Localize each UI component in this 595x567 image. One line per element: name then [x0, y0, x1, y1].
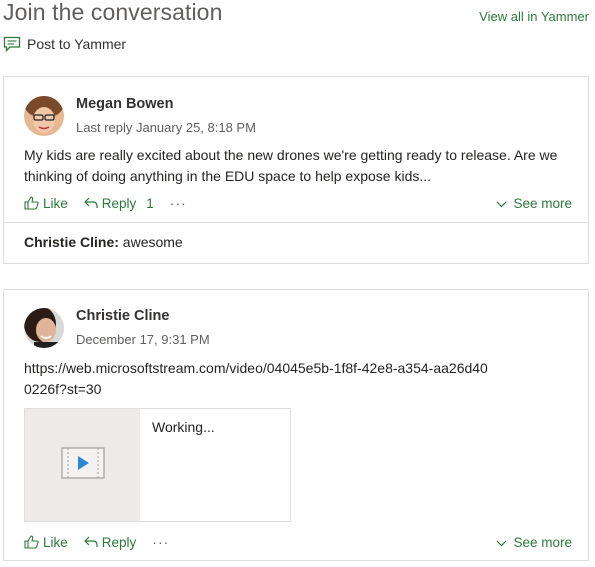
like-button[interactable]: Like	[24, 196, 68, 211]
see-more-label: See more	[513, 534, 572, 550]
avatar[interactable]	[24, 96, 64, 136]
conversation-card: Megan Bowen Last reply January 25, 8:18 …	[3, 76, 589, 264]
reply-button[interactable]: Reply 1	[83, 195, 154, 211]
divider	[4, 222, 588, 223]
message-actions: Like Reply 1 ··· See more	[24, 193, 572, 213]
reply-icon	[83, 197, 98, 209]
see-more-label: See more	[513, 195, 572, 211]
post-timestamp: Last reply January 25, 8:18 PM	[76, 120, 256, 135]
reply-button[interactable]: Reply	[83, 534, 137, 550]
message-actions: Like Reply ··· See more	[24, 532, 572, 552]
comment-icon	[3, 36, 21, 52]
latest-reply[interactable]: Christie Cline: awesome	[24, 234, 183, 250]
message-link[interactable]: https://web.microsoftstream.com/video/04…	[24, 358, 488, 400]
see-more-button[interactable]: See more	[496, 196, 572, 211]
reply-icon	[83, 536, 98, 548]
page-title: Join the conversation	[3, 0, 223, 25]
reply-author: Christie Cline:	[24, 234, 119, 250]
thumbs-up-icon	[24, 196, 39, 210]
thumbs-up-icon	[24, 535, 39, 549]
reply-label: Reply	[101, 534, 137, 550]
post-to-yammer-label: Post to Yammer	[27, 36, 127, 52]
view-all-in-yammer-link[interactable]: View all in Yammer	[479, 9, 589, 24]
avatar[interactable]	[24, 308, 64, 348]
conversation-card: Christie Cline December 17, 9:31 PM http…	[3, 289, 589, 561]
post-timestamp: December 17, 9:31 PM	[76, 332, 210, 347]
reply-count: 1	[146, 195, 154, 211]
like-label: Like	[43, 195, 68, 211]
more-options-icon[interactable]: ···	[152, 534, 169, 550]
attachment-status: Working...	[152, 419, 215, 435]
chevron-down-icon	[496, 535, 507, 550]
like-label: Like	[43, 534, 68, 550]
reply-label: Reply	[101, 195, 137, 211]
chevron-down-icon	[496, 196, 507, 211]
post-to-yammer-button[interactable]: Post to Yammer	[3, 36, 126, 52]
author-name[interactable]: Megan Bowen	[76, 96, 173, 112]
more-options-icon[interactable]: ···	[170, 195, 187, 211]
see-more-button[interactable]: See more	[496, 535, 572, 550]
message-body: My kids are really excited about the new…	[24, 147, 558, 184]
video-thumbnail	[25, 409, 140, 521]
video-icon	[60, 446, 105, 484]
author-name[interactable]: Christie Cline	[76, 308, 169, 324]
reply-text: awesome	[122, 234, 183, 250]
video-attachment[interactable]: Working...	[24, 408, 291, 522]
like-button[interactable]: Like	[24, 535, 68, 550]
